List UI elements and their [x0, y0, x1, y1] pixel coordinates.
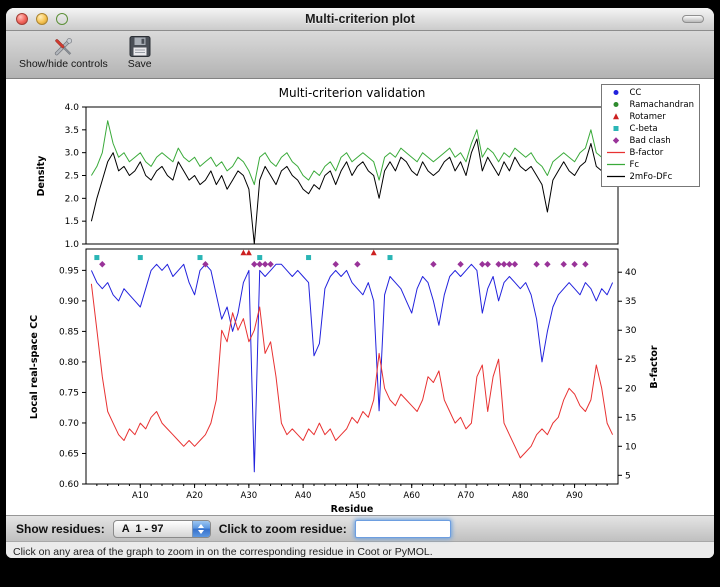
tick-label: 3.5: [65, 126, 79, 136]
residue-range-value: A 1 - 97: [114, 523, 164, 535]
marker-square: [257, 255, 262, 260]
tick-label: 2.0: [65, 194, 80, 204]
marker-square: [388, 255, 393, 260]
legend-label: Bad clash: [629, 136, 670, 146]
controls-bar: Show residues: A 1 - 97 Click to zoom re…: [6, 515, 714, 541]
screen: Multi-criterion plot: [0, 0, 720, 587]
status-text: Click on any area of the graph to zoom i…: [13, 546, 433, 558]
zoom-residue-label: Click to zoom residue:: [219, 522, 347, 536]
tick-label: 4.0: [65, 103, 80, 113]
tick-label: 35: [625, 297, 636, 307]
tick-label: 0.95: [59, 266, 79, 276]
titlebar[interactable]: Multi-criterion plot: [6, 8, 714, 31]
tick-label: 0.75: [59, 388, 79, 398]
stepper-up-icon: [198, 524, 204, 528]
tick-label: A50: [349, 491, 366, 501]
marker-square: [138, 255, 143, 260]
tick-label: 0.85: [59, 327, 79, 337]
top-ylabel: Density: [36, 155, 47, 197]
stepper-icon[interactable]: [192, 521, 210, 537]
tick-label: 5: [625, 471, 631, 481]
stepper-down-icon: [198, 530, 204, 534]
right-ylabel: B-factor: [649, 345, 660, 388]
tick-label: A60: [403, 491, 420, 501]
legend-label: C-beta: [629, 124, 657, 134]
save-button[interactable]: Save: [123, 33, 157, 71]
tick-label: A80: [512, 491, 529, 501]
tick-label: 0.70: [59, 419, 79, 429]
tick-label: 3.0: [65, 149, 80, 159]
tick-label: 2.5: [65, 172, 79, 182]
tick-label: 0.90: [59, 297, 79, 307]
residue-range-select[interactable]: A 1 - 97: [113, 520, 211, 538]
toolbar: Show/hide controls Save: [6, 31, 714, 79]
bottom-plot-box[interactable]: [86, 249, 618, 484]
marker-square: [198, 255, 203, 260]
bottom-ylabel: Local real-space CC: [29, 315, 40, 419]
tick-label: 20: [625, 384, 637, 394]
tick-label: 1.0: [65, 240, 80, 250]
zoom-residue-input[interactable]: [355, 520, 451, 538]
tick-label: 0.80: [59, 358, 79, 368]
save-label: Save: [128, 58, 152, 70]
show-residues-label: Show residues:: [16, 522, 105, 536]
legend-label: Ramachandran: [629, 100, 694, 110]
legend-label: CC: [629, 88, 641, 98]
legend-line-icon: [606, 168, 626, 186]
tick-label: A10: [132, 491, 149, 501]
tick-label: A20: [186, 491, 203, 501]
plot-canvas[interactable]: 1.0 1.5 2.0 2.5 3.0 3.5 4.0 0.60 0.65 0.70 0.75 0.8…: [6, 79, 714, 515]
save-icon: [129, 34, 151, 59]
marker-square: [306, 255, 311, 260]
tick-label: 1.5: [65, 217, 79, 227]
tick-label: 25: [625, 355, 636, 365]
tick-label: 15: [625, 413, 636, 423]
tick-label: 0.65: [59, 449, 79, 459]
legend-label: 2mFo-DFc: [629, 172, 672, 182]
legend-label: B-factor: [629, 148, 663, 158]
window-title: Multi-criterion plot: [6, 8, 714, 30]
tick-label: A40: [295, 491, 312, 501]
tools-icon: [50, 34, 76, 59]
show-hide-controls-button[interactable]: Show/hide controls: [14, 33, 113, 71]
tick-label: 40: [625, 268, 637, 278]
figure-title: Multi-criterion validation: [279, 86, 426, 100]
marker-square: [94, 255, 99, 260]
legend: CC Ramachandran Rotamer C-beta Bad clash B-fa…: [601, 84, 700, 187]
xlabel: Residue: [331, 504, 374, 515]
toolbar-toggle-capsule-button[interactable]: [682, 15, 704, 23]
tick-label: A70: [458, 491, 475, 501]
legend-label: Fc: [629, 160, 639, 170]
legend-label: Rotamer: [629, 112, 665, 122]
tick-label: 0.60: [59, 480, 79, 490]
show-hide-controls-label: Show/hide controls: [19, 58, 108, 70]
tick-label: A90: [566, 491, 583, 501]
tick-label: A30: [241, 491, 258, 501]
tick-label: 30: [625, 326, 637, 336]
legend-item: 2mFo-DFc: [606, 171, 694, 183]
status-bar: Click on any area of the graph to zoom i…: [6, 541, 714, 558]
tick-label: 10: [625, 442, 637, 452]
multi-criterion-plot-window: Multi-criterion plot: [6, 8, 714, 558]
